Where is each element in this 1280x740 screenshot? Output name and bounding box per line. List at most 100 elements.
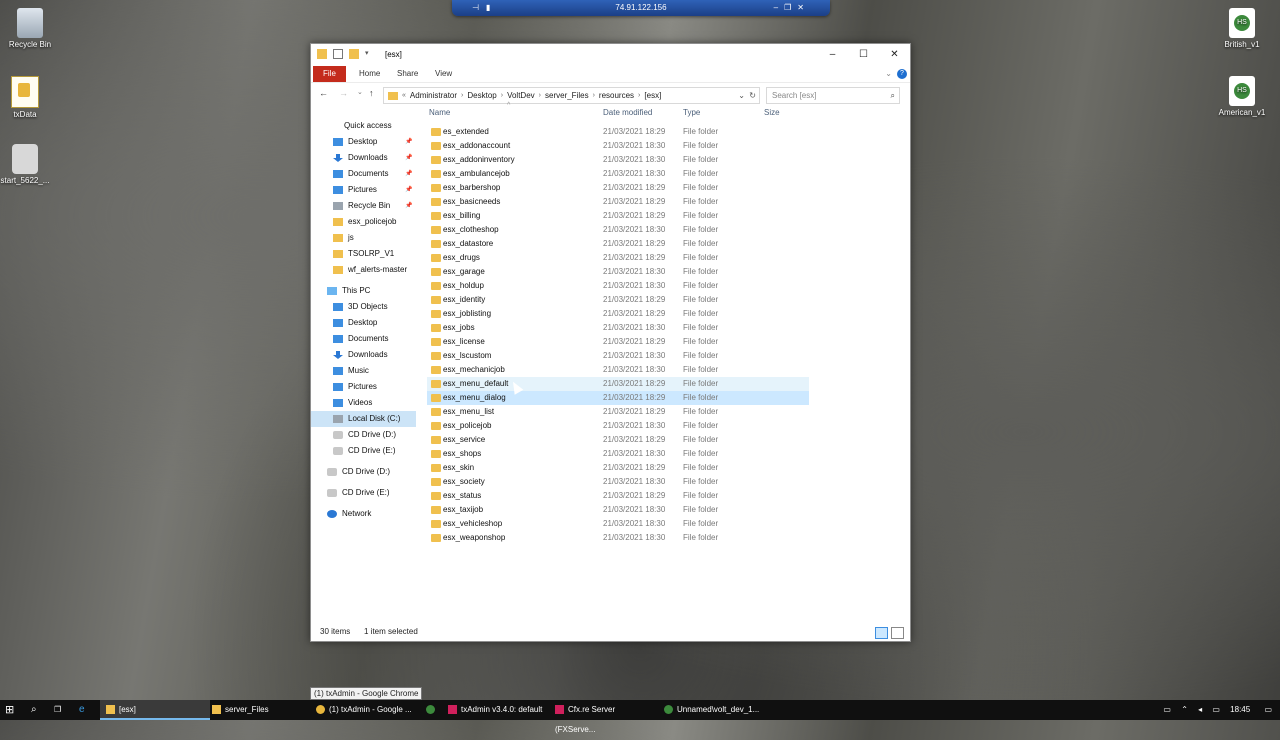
remote-connection-bar[interactable]: ⊣ ▮ 74.91.122.156 ‒❐✕ [452, 0, 830, 16]
up-arrow-icon[interactable]: ↑ [369, 88, 374, 98]
nav-item-pictures[interactable]: Pictures [311, 379, 416, 395]
language-icon[interactable]: ▭ [1212, 705, 1220, 714]
taskbar-item-txadmin[interactable]: txAdmin v3.4.0: default [448, 700, 548, 720]
search-input[interactable]: Search [esx] ⌕ [766, 87, 900, 104]
chevron-down-icon[interactable]: ▾ [365, 49, 371, 59]
volume-icon[interactable]: ◂ [1198, 705, 1202, 714]
table-row[interactable]: esx_license 21/03/2021 18:29 File folder [427, 335, 809, 349]
nav-this-pc[interactable]: This PC [311, 283, 416, 299]
tab-file[interactable]: File [313, 66, 346, 82]
clock[interactable]: 18:45 [1230, 705, 1250, 714]
forward-arrow-icon[interactable]: → [339, 88, 348, 98]
nav-item-tsolrp-v1[interactable]: TSOLRP_V1 [311, 246, 416, 262]
desktop-icon-british[interactable]: British_v1 [1212, 8, 1272, 49]
nav-item-downloads[interactable]: Downloads [311, 347, 416, 363]
table-row[interactable]: esx_menu_dialog 21/03/2021 18:29 File fold… [427, 391, 809, 405]
nav-drive-cd-drive-e-[interactable]: CD Drive (E:) [311, 485, 416, 501]
table-row[interactable]: esx_basicneeds 21/03/2021 18:29 File folde… [427, 195, 809, 209]
table-row[interactable]: esx_vehicleshop 21/03/2021 18:30 File fold… [427, 517, 809, 531]
nav-network[interactable]: Network [311, 506, 416, 522]
expand-ribbon-icon[interactable]: ⌄ [885, 66, 892, 82]
nav-item-desktop[interactable]: Desktop 📌 [311, 134, 416, 150]
large-icons-view-button[interactable] [891, 627, 904, 639]
nav-item-esx-policejob[interactable]: esx_policejob [311, 214, 416, 230]
back-arrow-icon[interactable]: ← [319, 88, 328, 98]
close-button[interactable]: ✕ [879, 44, 910, 66]
taskbar-item-esx[interactable]: [esx] [100, 700, 210, 720]
breadcrumb-resources[interactable]: resources [599, 91, 634, 100]
nav-item-wf-alerts-master[interactable]: wf_alerts-master [311, 262, 416, 278]
breadcrumb-desktop[interactable]: Desktop [467, 91, 496, 100]
start-windows-icon[interactable]: ⊞ [5, 700, 14, 720]
table-row[interactable]: esx_barbershop 21/03/2021 18:29 File folde… [427, 181, 809, 195]
table-row[interactable]: esx_garage 21/03/2021 18:30 File folder [427, 265, 809, 279]
new-folder-icon[interactable] [349, 49, 359, 59]
table-row[interactable]: esx_policejob 21/03/2021 18:30 File folder [427, 419, 809, 433]
task-view-icon[interactable]: ❐ [54, 700, 61, 720]
breadcrumb-voltdev[interactable]: VoltDev [507, 91, 535, 100]
refresh-icon[interactable]: ↻ [749, 91, 756, 100]
tab-home[interactable]: Home [359, 66, 380, 82]
desktop-icon-american[interactable]: American_v1 [1212, 76, 1272, 117]
maximize-button[interactable]: ☐ [848, 44, 879, 66]
nav-item-desktop[interactable]: Desktop [311, 315, 416, 331]
tab-view[interactable]: View [435, 66, 452, 82]
breadcrumb-server-files[interactable]: server_Files [545, 91, 589, 100]
table-row[interactable]: esx_shops 21/03/2021 18:30 File folder [427, 447, 809, 461]
table-row[interactable]: esx_drugs 21/03/2021 18:29 File folder [427, 251, 809, 265]
notifications-icon[interactable]: ▭ [1264, 705, 1272, 714]
file-explorer-window[interactable]: ▾ [esx] – ☐ ✕ File Home Share View ⌄ ? ←… [310, 43, 911, 642]
table-row[interactable]: esx_addonaccount 21/03/2021 18:30 File fol… [427, 139, 809, 153]
nav-quick-access[interactable]: Quick access [311, 118, 416, 134]
nav-item-videos[interactable]: Videos [311, 395, 416, 411]
table-row[interactable]: esx_identity 21/03/2021 18:29 File folder [427, 293, 809, 307]
properties-icon[interactable] [333, 49, 343, 59]
network-icon[interactable]: ▭ [1163, 705, 1171, 714]
nav-item-3d-objects[interactable]: 3D Objects [311, 299, 416, 315]
desktop-icon-start[interactable]: start_5622_... [0, 144, 55, 185]
desktop-icon-recycle-bin[interactable]: Recycle Bin [0, 8, 60, 49]
column-size[interactable]: Size [764, 108, 780, 117]
desktop-icon-txdata[interactable]: txData [0, 76, 55, 119]
table-row[interactable]: esx_weaponshop 21/03/2021 18:30 File folde… [427, 531, 809, 545]
table-row[interactable]: esx_ambulancejob 21/03/2021 18:30 File fol… [427, 167, 809, 181]
nav-item-pictures[interactable]: Pictures 📌 [311, 182, 416, 198]
help-icon[interactable]: ? [897, 69, 907, 79]
nav-item-downloads[interactable]: Downloads 📌 [311, 150, 416, 166]
table-row[interactable]: esx_status 21/03/2021 18:29 File folder [427, 489, 809, 503]
pin-icon[interactable]: ⊣ [472, 0, 479, 16]
tab-share[interactable]: Share [397, 66, 418, 82]
nav-item-documents[interactable]: Documents 📌 [311, 166, 416, 182]
nav-drive-cd-drive-d-[interactable]: CD Drive (D:) [311, 464, 416, 480]
title-bar[interactable]: ▾ [esx] – ☐ ✕ [311, 44, 910, 66]
chevron-down-icon[interactable]: ⌄ [738, 91, 745, 100]
tray-chevron-icon[interactable]: ⌃ [1181, 705, 1188, 714]
breadcrumb-esx[interactable]: [esx] [644, 91, 661, 100]
table-row[interactable]: esx_taxijob 21/03/2021 18:30 File folder [427, 503, 809, 517]
table-row[interactable]: es_extended 21/03/2021 18:29 File folder [427, 125, 809, 139]
nav-item-cd-drive-d-[interactable]: CD Drive (D:) [311, 427, 416, 443]
taskbar-item-app[interactable] [426, 700, 439, 720]
taskbar-item-server-files[interactable]: server_Files [210, 700, 312, 720]
column-name[interactable]: Name [429, 108, 450, 117]
table-row[interactable]: esx_service 21/03/2021 18:29 File folder [427, 433, 809, 447]
taskbar-item-chrome[interactable]: (1) txAdmin - Google ... [316, 700, 416, 720]
details-view-button[interactable] [875, 627, 888, 639]
table-row[interactable]: esx_society 21/03/2021 18:30 File folder [427, 475, 809, 489]
table-row[interactable]: esx_skin 21/03/2021 18:29 File folder [427, 461, 809, 475]
taskbar-item-fxserver[interactable]: Cfx.re Server (FXServe... [555, 700, 655, 734]
table-row[interactable]: esx_clotheshop 21/03/2021 18:30 File folde… [427, 223, 809, 237]
taskbar-item-unnamed[interactable]: Unnamed\volt_dev_1... [664, 700, 764, 720]
nav-item-music[interactable]: Music [311, 363, 416, 379]
nav-item-recycle-bin[interactable]: Recycle Bin 📌 [311, 198, 416, 214]
table-row[interactable]: esx_menu_default 21/03/2021 18:29 File fol… [427, 377, 809, 391]
edge-icon[interactable]: e [79, 700, 85, 720]
table-row[interactable]: esx_jobs 21/03/2021 18:30 File folder [427, 321, 809, 335]
nav-item-cd-drive-e-[interactable]: CD Drive (E:) [311, 443, 416, 459]
search-icon[interactable]: ⌕ [31, 700, 37, 720]
breadcrumb-administrator[interactable]: Administrator [410, 91, 457, 100]
table-row[interactable]: esx_menu_list 21/03/2021 18:29 File folder [427, 405, 809, 419]
table-row[interactable]: esx_billing 21/03/2021 18:29 File folder [427, 209, 809, 223]
table-row[interactable]: esx_datastore 21/03/2021 18:29 File folder [427, 237, 809, 251]
table-row[interactable]: esx_addoninventory 21/03/2021 18:30 File f… [427, 153, 809, 167]
